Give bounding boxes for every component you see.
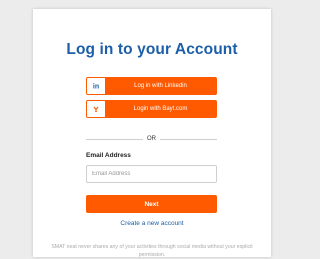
bayt-login-label: Login with Bayt.com: [133, 106, 188, 112]
bayt-login-button[interactable]: Login with Bayt.com: [86, 100, 217, 118]
linkedin-login-label: Log in with Linkedin: [134, 83, 187, 89]
svg-text:in: in: [93, 84, 99, 91]
linkedin-login-button[interactable]: in Log in with Linkedin: [86, 77, 217, 95]
next-button[interactable]: Next: [86, 195, 217, 213]
or-separator: OR: [86, 134, 217, 144]
login-card: Log in to your Account in Log in with Li…: [33, 9, 271, 258]
linkedin-icon: in: [87, 78, 105, 94]
page-title: Log in to your Account: [66, 41, 238, 58]
email-field[interactable]: [86, 165, 217, 183]
email-label: Email Address: [86, 152, 131, 159]
or-text: OR: [147, 136, 156, 142]
create-account-link[interactable]: Create a new account: [33, 220, 271, 227]
bayt-icon: [87, 101, 105, 117]
